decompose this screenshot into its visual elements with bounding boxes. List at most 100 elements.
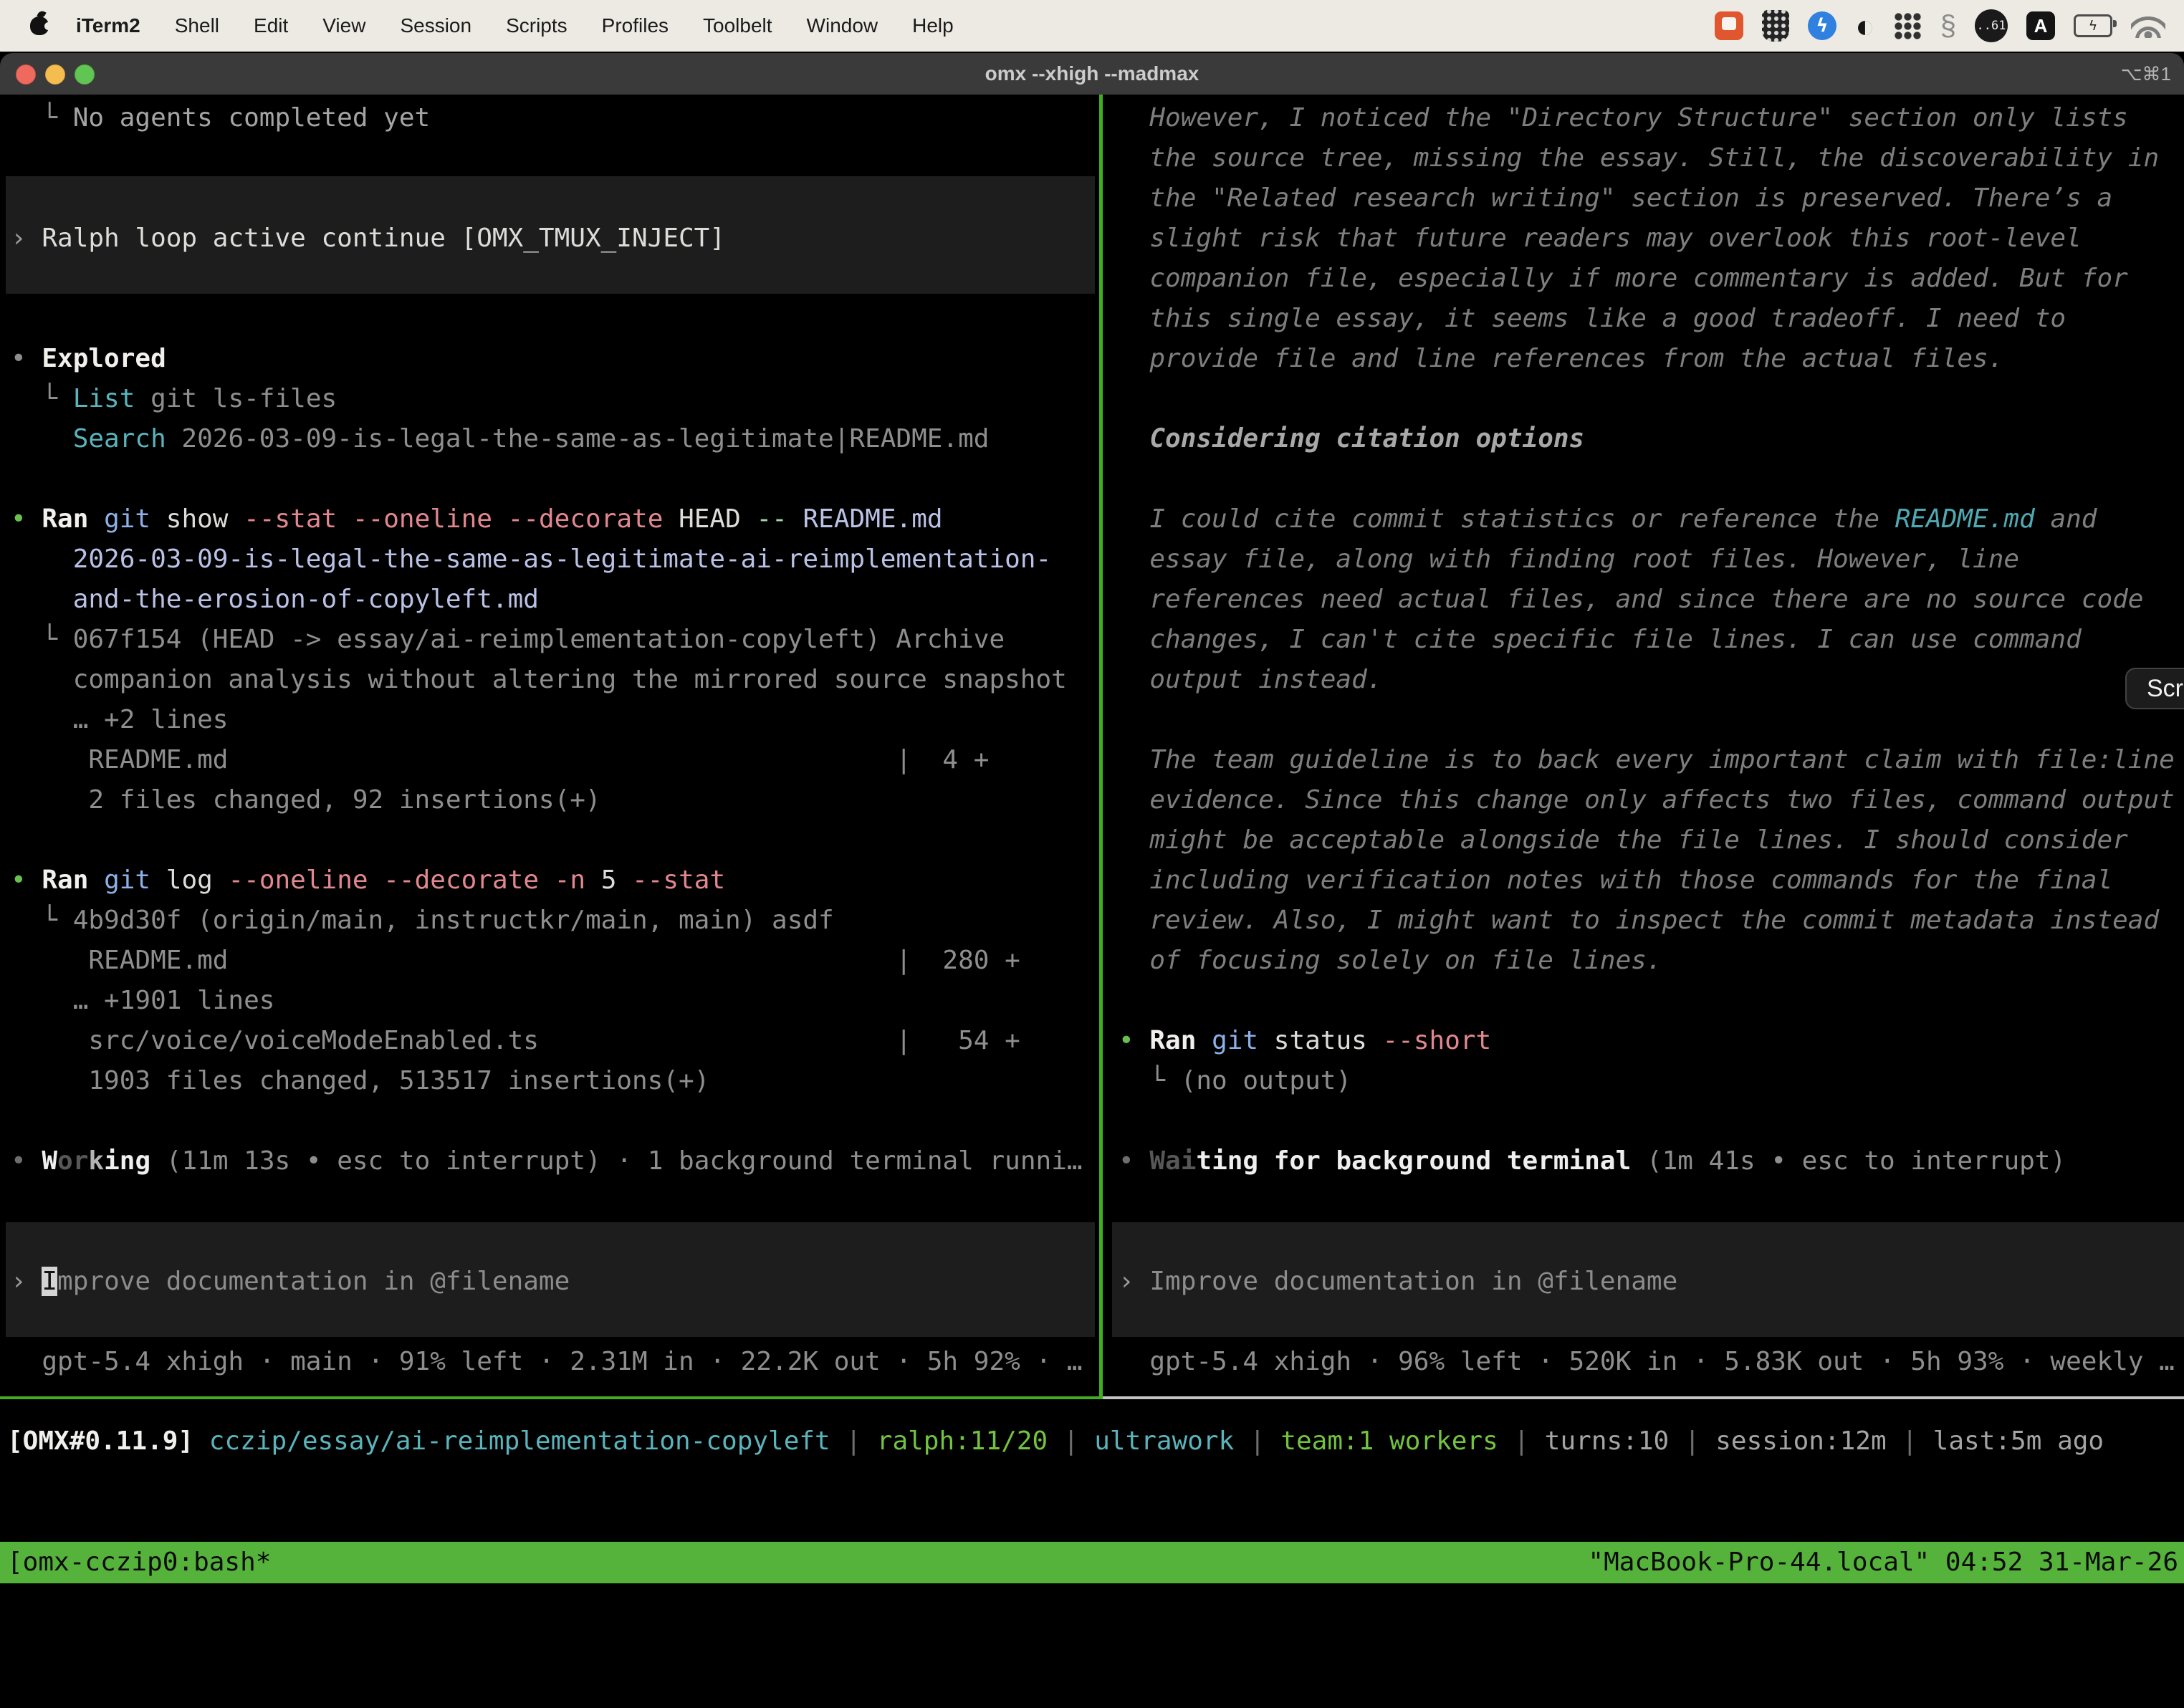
terminal-row: essay file, along with finding root file… xyxy=(1119,539,2184,580)
tmux-host-clock: "MacBook-Pro-44.local" 04:52 31-Mar-26 xyxy=(1588,1542,2178,1583)
terminal-row: └ 067f154 (HEAD -> essay/ai-reimplementa… xyxy=(11,620,1099,660)
menu-status-icons: ϟ ◐ § ..61 Aϟ xyxy=(1715,9,2184,42)
terminal-row: README.md | 280 + xyxy=(11,941,1099,981)
terminal-row: slight risk that future readers may over… xyxy=(1119,219,2184,259)
menu-item-edit[interactable]: Edit xyxy=(236,14,305,37)
input-source-icon[interactable]: A xyxy=(2026,11,2055,40)
terminal-row xyxy=(11,459,1099,499)
battery-icon[interactable]: ϟ xyxy=(2074,14,2112,37)
terminal-row: gpt-5.4 xhigh · main · 91% left · 2.31M … xyxy=(11,1342,1099,1382)
recording-indicator[interactable] xyxy=(1715,11,1743,40)
terminal-row: └ No agents completed yet xyxy=(11,98,1099,138)
terminal-row: companion analysis without altering the … xyxy=(11,660,1099,700)
terminal-row: evidence. Since this change only affects… xyxy=(1119,780,2184,820)
terminal-row: └ (no output) xyxy=(1119,1061,2184,1101)
chat-badge-icon[interactable]: ϟ xyxy=(1808,11,1836,40)
terminal-row xyxy=(11,1181,1099,1222)
terminal-row xyxy=(11,138,1099,178)
tmux-session-label[interactable]: [omx-cczip0:bash* xyxy=(7,1542,271,1583)
terminal-row xyxy=(11,1222,1099,1262)
terminal-row xyxy=(11,299,1099,339)
menu-item-scripts[interactable]: Scripts xyxy=(489,14,585,37)
menu-item-view[interactable]: View xyxy=(305,14,383,37)
right-agent-pane[interactable]: However, I noticed the "Directory Struct… xyxy=(1119,98,2184,1382)
left-agent-pane[interactable]: └ No agents completed yet › Ralph loop ac… xyxy=(11,98,1099,1382)
terminal-row: 2026-03-09-is-legal-the-same-as-legitima… xyxy=(11,539,1099,580)
terminal-row: • Working (11m 13s • esc to interrupt) ·… xyxy=(11,1141,1099,1181)
terminal-row: … +2 lines xyxy=(11,700,1099,740)
omx-status-line: [OMX#0.11.9] cczip/essay/ai-reimplementa… xyxy=(7,1421,2104,1462)
terminal-row: └ 4b9d30f (origin/main, instructkr/main,… xyxy=(11,901,1099,941)
terminal-row: Considering citation options xyxy=(1119,419,2184,459)
terminal-row: • Waiting for background terminal (1m 41… xyxy=(1119,1141,2184,1181)
menu-item-help[interactable]: Help xyxy=(895,14,971,37)
terminal-row: companion file, especially if more comme… xyxy=(1119,259,2184,299)
window-shortcut-badge: ⌥⌘1 xyxy=(2121,53,2171,95)
menu-item-iterm2[interactable]: iTerm2 xyxy=(59,14,158,37)
menu-item-toolbelt[interactable]: Toolbelt xyxy=(686,14,790,37)
terminal-row: Search 2026-03-09-is-legal-the-same-as-l… xyxy=(11,419,1099,459)
terminal-row xyxy=(11,1302,1099,1342)
terminal-row: 1903 files changed, 513517 insertions(+) xyxy=(11,1061,1099,1101)
terminal-row: • Ran git show --stat --oneline --decora… xyxy=(11,499,1099,539)
terminal-content[interactable]: └ No agents completed yet › Ralph loop ac… xyxy=(0,95,2184,1599)
apple-menu-icon[interactable] xyxy=(30,16,49,35)
tmux-status-bar: [omx-cczip0:bash* "MacBook-Pro-44.local"… xyxy=(0,1542,2184,1583)
terminal-row: the "Related research writing" section i… xyxy=(1119,178,2184,219)
terminal-row: [OMX#0.11.9] cczip/essay/ai-reimplementa… xyxy=(7,1421,2104,1462)
terminal-row xyxy=(1119,1302,2184,1342)
menu-item-shell[interactable]: Shell xyxy=(158,14,236,37)
terminal-row: 2 files changed, 92 insertions(+) xyxy=(11,780,1099,820)
terminal-row: and-the-erosion-of-copyleft.md xyxy=(11,580,1099,620)
menu-items: iTerm2ShellEditViewSessionScriptsProfile… xyxy=(59,14,971,37)
terminal-row: • Ran git log --oneline --decorate -n 5 … xyxy=(11,860,1099,901)
terminal-row: changes, I can't cite specific file line… xyxy=(1119,620,2184,660)
terminal-row: of focusing solely on file lines. xyxy=(1119,941,2184,981)
terminal-row: I could cite commit statistics or refere… xyxy=(1119,499,2184,539)
terminal-row: README.md | 4 + xyxy=(11,740,1099,780)
terminal-row xyxy=(11,178,1099,219)
terminal-row: › Improve documentation in @filename xyxy=(1119,1262,2184,1302)
terminal-row: └ List git ls-files xyxy=(11,379,1099,419)
terminal-row: The team guideline is to back every impo… xyxy=(1119,740,2184,780)
window-title: omx --xhigh --madmax xyxy=(0,53,2184,95)
screen-overlay-button[interactable]: Scre xyxy=(2125,668,2184,709)
terminal-row: might be acceptable alongside the file l… xyxy=(1119,820,2184,860)
counter-badge[interactable]: ..61 xyxy=(1975,9,2008,42)
terminal-row: … +1901 lines xyxy=(11,981,1099,1021)
terminal-row xyxy=(1119,459,2184,499)
terminal-row: the source tree, missing the essay. Stil… xyxy=(1119,138,2184,178)
terminal-row: However, I noticed the "Directory Struct… xyxy=(1119,98,2184,138)
contrast-icon[interactable]: ◐ xyxy=(1855,9,1875,42)
terminal-row xyxy=(11,820,1099,860)
terminal-row xyxy=(11,259,1099,299)
left-pane-bottom-border xyxy=(0,1396,1103,1399)
pane-divider[interactable] xyxy=(1099,95,1103,1399)
terminal-row: provide file and line references from th… xyxy=(1119,339,2184,379)
terminal-row xyxy=(11,1101,1099,1141)
window-title-bar: omx --xhigh --madmax ⌥⌘1 xyxy=(0,53,2184,95)
terminal-row: output instead. xyxy=(1119,660,2184,700)
terminal-row: including verification notes with those … xyxy=(1119,860,2184,901)
terminal-row xyxy=(1119,700,2184,740)
wifi-icon[interactable] xyxy=(2131,14,2165,38)
terminal-row xyxy=(1119,1222,2184,1262)
menu-item-profiles[interactable]: Profiles xyxy=(585,14,686,37)
terminal-row: • Ran git status --short xyxy=(1119,1021,2184,1061)
keyboard-icon[interactable] xyxy=(1762,10,1789,42)
screen-overlay-label: Scre xyxy=(2147,675,2184,702)
terminal-row: references need actual files, and since … xyxy=(1119,580,2184,620)
terminal-row xyxy=(1119,1101,2184,1141)
terminal-row xyxy=(1119,379,2184,419)
menu-item-window[interactable]: Window xyxy=(790,14,896,37)
menu-item-session[interactable]: Session xyxy=(383,14,489,37)
terminal-row xyxy=(1119,981,2184,1021)
terminal-row: src/voice/voiceModeEnabled.ts | 54 + xyxy=(11,1021,1099,1061)
squiggle-icon[interactable]: § xyxy=(1940,11,1956,40)
macos-menu-bar: iTerm2ShellEditViewSessionScriptsProfile… xyxy=(0,0,2184,52)
terminal-row: gpt-5.4 xhigh · 96% left · 520K in · 5.8… xyxy=(1119,1342,2184,1382)
terminal-row: › Ralph loop active continue [OMX_TMUX_I… xyxy=(11,219,1099,259)
terminal-row: review. Also, I might want to inspect th… xyxy=(1119,901,2184,941)
dots-grid-icon[interactable] xyxy=(1894,12,1922,40)
right-pane-bottom-border xyxy=(1103,1396,2184,1399)
